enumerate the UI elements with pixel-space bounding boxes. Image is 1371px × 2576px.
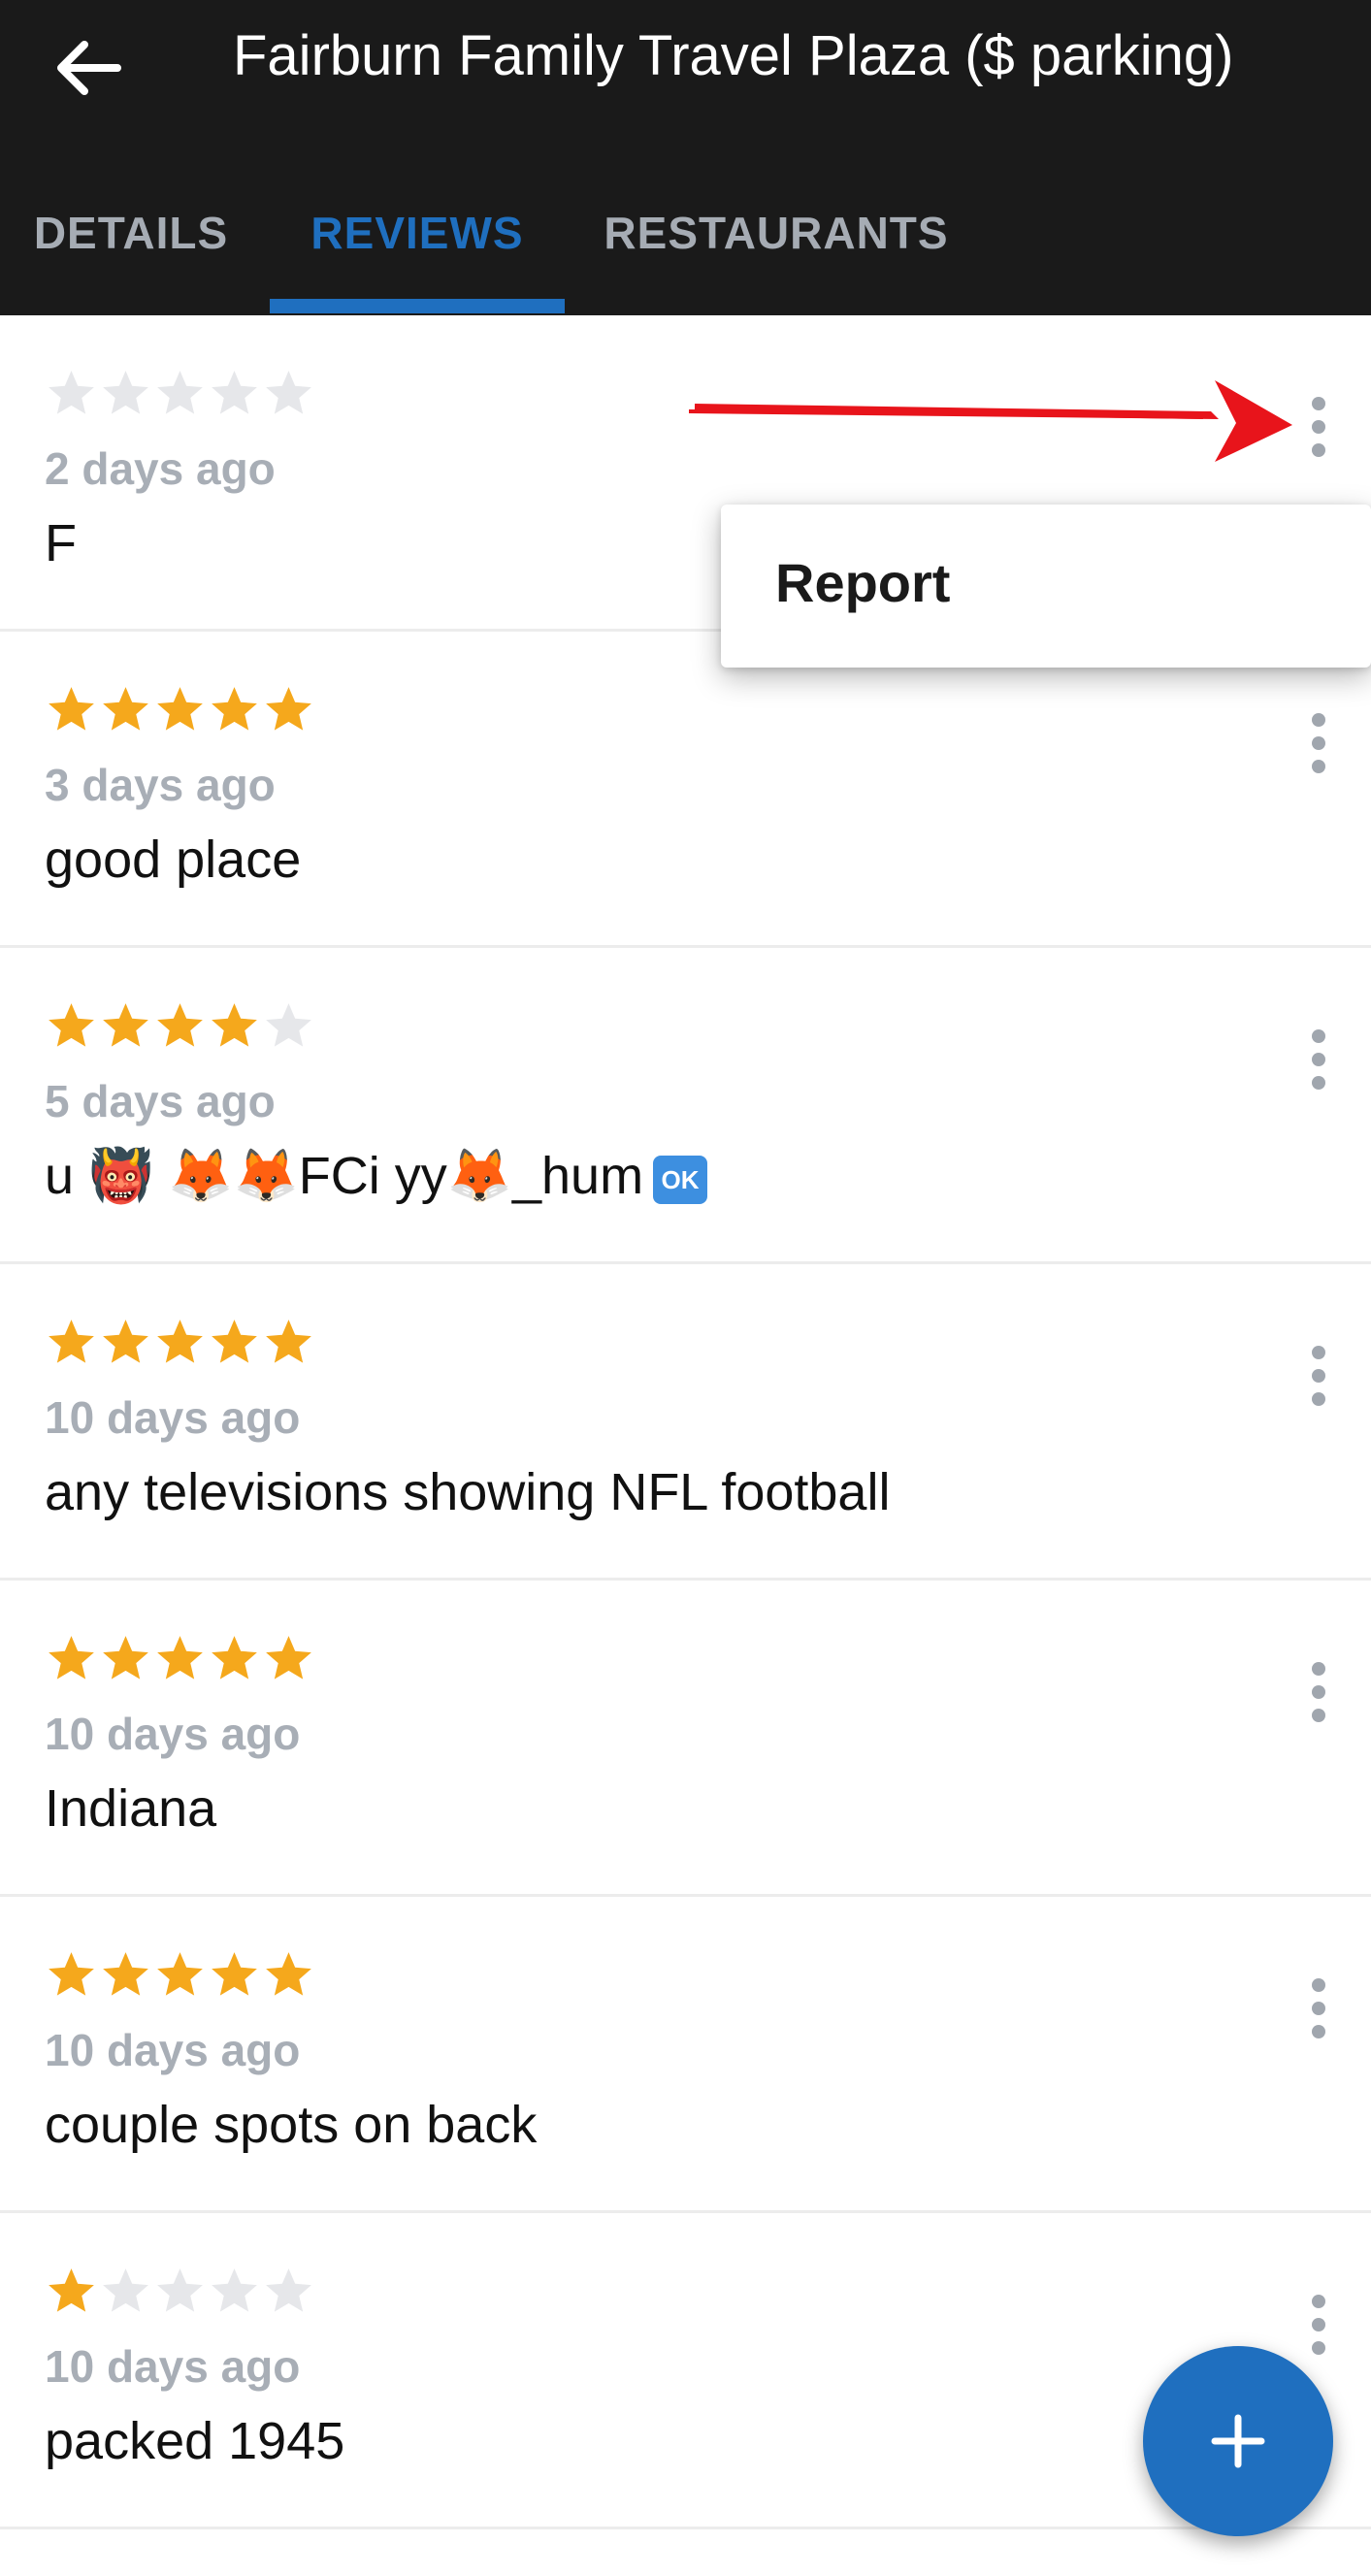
star-filled-icon [157,687,203,731]
review-item: 5 days ago u 👹 🦊🦊FCi yy🦊_hum OK [0,948,1371,1264]
review-date: 10 days ago [45,2341,301,2392]
star-filled-icon [266,1320,311,1363]
tab-restaurants[interactable]: RESTAURANTS [582,179,970,315]
more-options-button[interactable] [1290,700,1347,787]
review-item: 10 days ago couple spots on back [0,1897,1371,2213]
star-filled-icon [49,687,94,731]
star-filled-icon [49,2268,94,2312]
review-item: 10 days ago Indiana [0,1581,1371,1897]
more-vert-icon [1312,1346,1325,1406]
star-filled-icon [157,1952,203,1996]
review-item: 10 days ago any televisions showing NFL … [0,1264,1371,1581]
star-filled-icon [266,1952,311,1996]
star-filled-icon [103,1952,148,1996]
star-filled-icon [212,687,257,731]
star-empty-icon [157,2268,203,2312]
star-filled-icon [157,1003,203,1047]
more-vert-icon [1312,1029,1325,1090]
star-rating [45,1948,315,2002]
star-filled-icon [157,1636,203,1679]
arrow-left-icon [57,41,121,95]
more-options-button[interactable] [1290,1965,1347,2052]
more-vert-icon [1312,1978,1325,2038]
tab-reviews[interactable]: REVIEWS [270,179,565,315]
annotation-arrow [689,380,1292,462]
overflow-menu: Report [721,505,1371,668]
add-review-button[interactable] [1143,2346,1333,2536]
star-filled-icon [49,1003,94,1047]
review-item: 3 days ago good place [0,632,1371,948]
star-empty-icon [266,1003,311,1047]
review-date: 10 days ago [45,2025,301,2075]
star-empty-icon [212,2268,257,2312]
review-text: F [45,514,77,572]
star-filled-icon [49,1320,94,1363]
more-options-button[interactable] [1290,1332,1347,1419]
star-filled-icon [49,1952,94,1996]
review-text-container: u 👹 🦊🦊FCi yy🦊_hum OK [45,1142,708,1210]
star-empty-icon [103,2268,148,2312]
star-rating [45,1632,315,1685]
star-filled-icon [266,687,311,731]
more-options-button[interactable] [1290,2281,1347,2368]
star-filled-icon [103,1003,148,1047]
star-filled-icon [103,687,148,731]
tab-bar: DETAILS REVIEWS RESTAURANTS [0,179,1371,315]
star-filled-icon [212,1003,257,1047]
review-text: u 👹 🦊🦊FCi yy🦊_hum [45,1147,644,1205]
star-rating [45,683,315,736]
review-text: couple spots on back [45,2096,538,2154]
more-vert-icon [1312,713,1325,773]
report-menu-item[interactable]: Report [721,505,1371,668]
plus-icon [1211,2414,1265,2468]
page-title: Fairburn Family Travel Plaza ($ parking) [233,24,1234,87]
more-vert-icon [1312,2295,1325,2355]
review-date: 3 days ago [45,760,276,810]
star-filled-icon [157,1320,203,1363]
review-date: 10 days ago [45,1392,301,1443]
more-vert-icon [1312,1662,1325,1722]
star-filled-icon [103,1636,148,1679]
report-label: Report [775,552,951,613]
star-empty-icon [49,371,94,414]
review-date: 2 days ago [45,443,276,494]
star-empty-icon [157,371,203,414]
star-filled-icon [212,1636,257,1679]
star-filled-icon [212,1952,257,1996]
star-empty-icon [266,2268,311,2312]
review-text: any televisions showing NFL football [45,1463,891,1521]
star-rating [45,2265,315,2318]
star-filled-icon [266,1636,311,1679]
star-rating [45,999,315,1053]
tab-details[interactable]: DETAILS [0,179,262,315]
more-options-button[interactable] [1290,1648,1347,1736]
star-rating [45,1316,315,1369]
back-button[interactable] [39,19,136,116]
star-rating [45,367,315,420]
review-text: good place [45,831,302,889]
more-options-button[interactable] [1290,1016,1347,1103]
star-empty-icon [103,371,148,414]
star-empty-icon [212,371,257,414]
ok-emoji-badge: OK [653,1155,708,1204]
star-filled-icon [103,1320,148,1363]
star-empty-icon [266,371,311,414]
app-bar: Fairburn Family Travel Plaza ($ parking)… [0,0,1371,315]
active-tab-indicator [270,299,565,313]
review-date: 10 days ago [45,1709,301,1759]
star-filled-icon [212,1320,257,1363]
review-text: packed 1945 [45,2412,345,2470]
star-filled-icon [49,1636,94,1679]
more-vert-icon [1312,397,1325,457]
review-text: Indiana [45,1779,217,1838]
review-date: 5 days ago [45,1076,276,1126]
